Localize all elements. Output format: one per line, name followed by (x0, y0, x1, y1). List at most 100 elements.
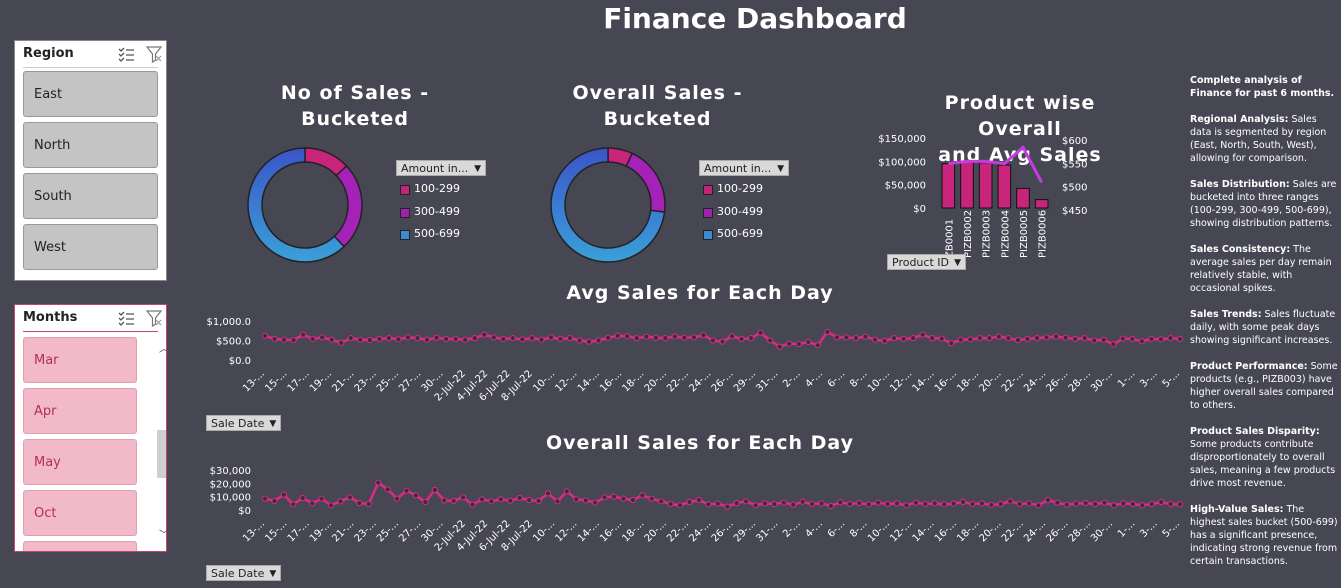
daily-sales-point (871, 336, 879, 343)
legend-swatch (400, 230, 410, 240)
daily-sales-point (780, 499, 787, 506)
region-item-west[interactable]: West (23, 224, 158, 270)
amount-filter-button[interactable]: Amount in... ▼ (699, 160, 789, 176)
daily-sales-point (995, 333, 1003, 340)
x-date-label: 2-... (781, 368, 803, 390)
daily-sales-point (554, 498, 561, 505)
product-sales-combo-chart: $150,000 $100,000 $50,000 $0 $600 $550 $500 $45… (878, 134, 1087, 258)
daily-sales-point (271, 497, 278, 505)
x-date-label: 27-... (397, 518, 423, 544)
daily-sales-point (478, 496, 486, 503)
daily-sales-point (431, 486, 438, 494)
x-date-label: 19-... (308, 368, 334, 394)
daily-sales-point (1035, 502, 1042, 509)
daily-sales-point (1138, 338, 1145, 345)
x-category-label: PIZB0004 (1000, 210, 1011, 258)
x-date-label: 14-... (911, 518, 937, 544)
clear-filter-icon[interactable] (145, 309, 163, 327)
region-slicer: Region East North South West (14, 40, 167, 281)
multi-select-icon[interactable] (117, 45, 135, 63)
legend-item-300-499: 300-499 (400, 205, 460, 219)
legend-swatch (703, 208, 713, 218)
region-item-east[interactable]: East (23, 71, 158, 117)
daily-sales-point (959, 498, 967, 506)
scroll-thumb[interactable] (157, 430, 166, 478)
daily-sales-point (516, 494, 523, 502)
legend-swatch (703, 185, 713, 195)
x-date-label: 10-... (531, 368, 557, 394)
daily-sales-point (893, 500, 901, 507)
months-item-partial[interactable] (23, 541, 137, 551)
note-heading: Product Sales Disparity: (1190, 426, 1320, 437)
x-date-label: 25-... (375, 368, 401, 394)
y-right-tick: $600 (1062, 136, 1087, 147)
sale-date-filter-button[interactable]: Sale Date ▼ (206, 565, 282, 581)
daily-sales-point (799, 498, 806, 505)
daily-sales-point (1119, 335, 1126, 342)
scroll-down-icon[interactable]: ﹀ (159, 526, 166, 541)
daily-sales-point (862, 333, 869, 340)
months-slicer: Months Mar Apr May Oct ︿ ﹀ (14, 304, 167, 552)
x-date-label: 18-... (620, 518, 646, 544)
x-category-label: PIZB0003 (982, 210, 993, 258)
analysis-notes: Complete analysis of Finance for past 6 … (1190, 74, 1340, 581)
daily-sales-point (1043, 334, 1050, 341)
daily-sales-point (1054, 499, 1061, 506)
x-date-label: 16-... (598, 518, 624, 544)
daily-sales-point (1100, 336, 1107, 343)
months-item-apr[interactable]: Apr (23, 388, 137, 434)
daily-sales-point (1082, 499, 1089, 507)
legend-label: 500-699 (717, 227, 763, 240)
overall-sales-bucket-title-line1: Overall Sales - (572, 82, 743, 104)
x-date-label: 16-... (933, 368, 959, 394)
daily-sales-point (327, 502, 335, 509)
overall-sales-bucket-title-line2: Bucketed (603, 108, 712, 130)
daily-sales-point (1176, 335, 1184, 343)
y-tick: $1,000.0 (206, 317, 251, 328)
overall-sales-donut-chart (550, 147, 666, 263)
daily-sales-point (805, 338, 812, 346)
sale-date-filter-button[interactable]: Sale Date ▼ (206, 415, 282, 431)
legend-swatch (400, 208, 410, 218)
daily-sales-point (1007, 498, 1014, 505)
region-item-south[interactable]: South (23, 173, 158, 219)
x-date-label: 22-... (1000, 368, 1026, 394)
multi-select-icon[interactable] (117, 309, 135, 327)
daily-sales-point (648, 495, 655, 502)
daily-sales-point (357, 336, 364, 343)
daily-sales-point (967, 336, 974, 343)
daily-sales-point (592, 499, 599, 506)
months-item-oct[interactable]: Oct (23, 490, 137, 536)
daily-sales-point (1063, 501, 1070, 508)
daily-sales-point (910, 335, 917, 342)
x-date-label: 12-... (553, 368, 579, 394)
daily-sales-point (547, 334, 555, 341)
daily-sales-point (1025, 500, 1033, 507)
daily-sales-point (652, 334, 659, 341)
no-of-sales-donut-chart (247, 147, 363, 263)
legend-item-300-499: 300-499 (703, 205, 763, 219)
product-bar (1016, 187, 1030, 209)
x-date-label: 13-... (241, 368, 267, 394)
daily-sales-point (526, 496, 533, 504)
daily-sales-point (605, 334, 612, 341)
months-scrollbar[interactable]: ︿ ﹀ (156, 338, 166, 544)
product-id-filter-button[interactable]: Product ID ▼ (887, 254, 966, 270)
daily-sales-point (1081, 335, 1088, 342)
avg-sales-line-chart: $1,000.0 $500.0 $0.013-...15-...17-...19-.… (206, 317, 1184, 404)
legend-item-500-699: 500-699 (400, 227, 460, 241)
amount-filter-button[interactable]: Amount in... ▼ (396, 160, 486, 176)
clear-filter-icon[interactable] (145, 45, 163, 63)
months-item-mar[interactable]: Mar (23, 337, 137, 383)
x-date-label: 25-... (375, 518, 401, 544)
x-date-label: 31-... (754, 368, 780, 394)
x-date-label: 23-... (353, 518, 379, 544)
region-slicer-header: Region (23, 41, 163, 68)
dropdown-arrow-icon: ▼ (777, 164, 784, 174)
daily-sales-point (471, 335, 478, 342)
x-date-label: 10-... (866, 368, 892, 394)
y-right-tick: $450 (1062, 206, 1087, 217)
months-item-may[interactable]: May (23, 439, 137, 485)
region-item-north[interactable]: North (23, 122, 158, 168)
scroll-up-icon[interactable]: ︿ (159, 340, 166, 355)
